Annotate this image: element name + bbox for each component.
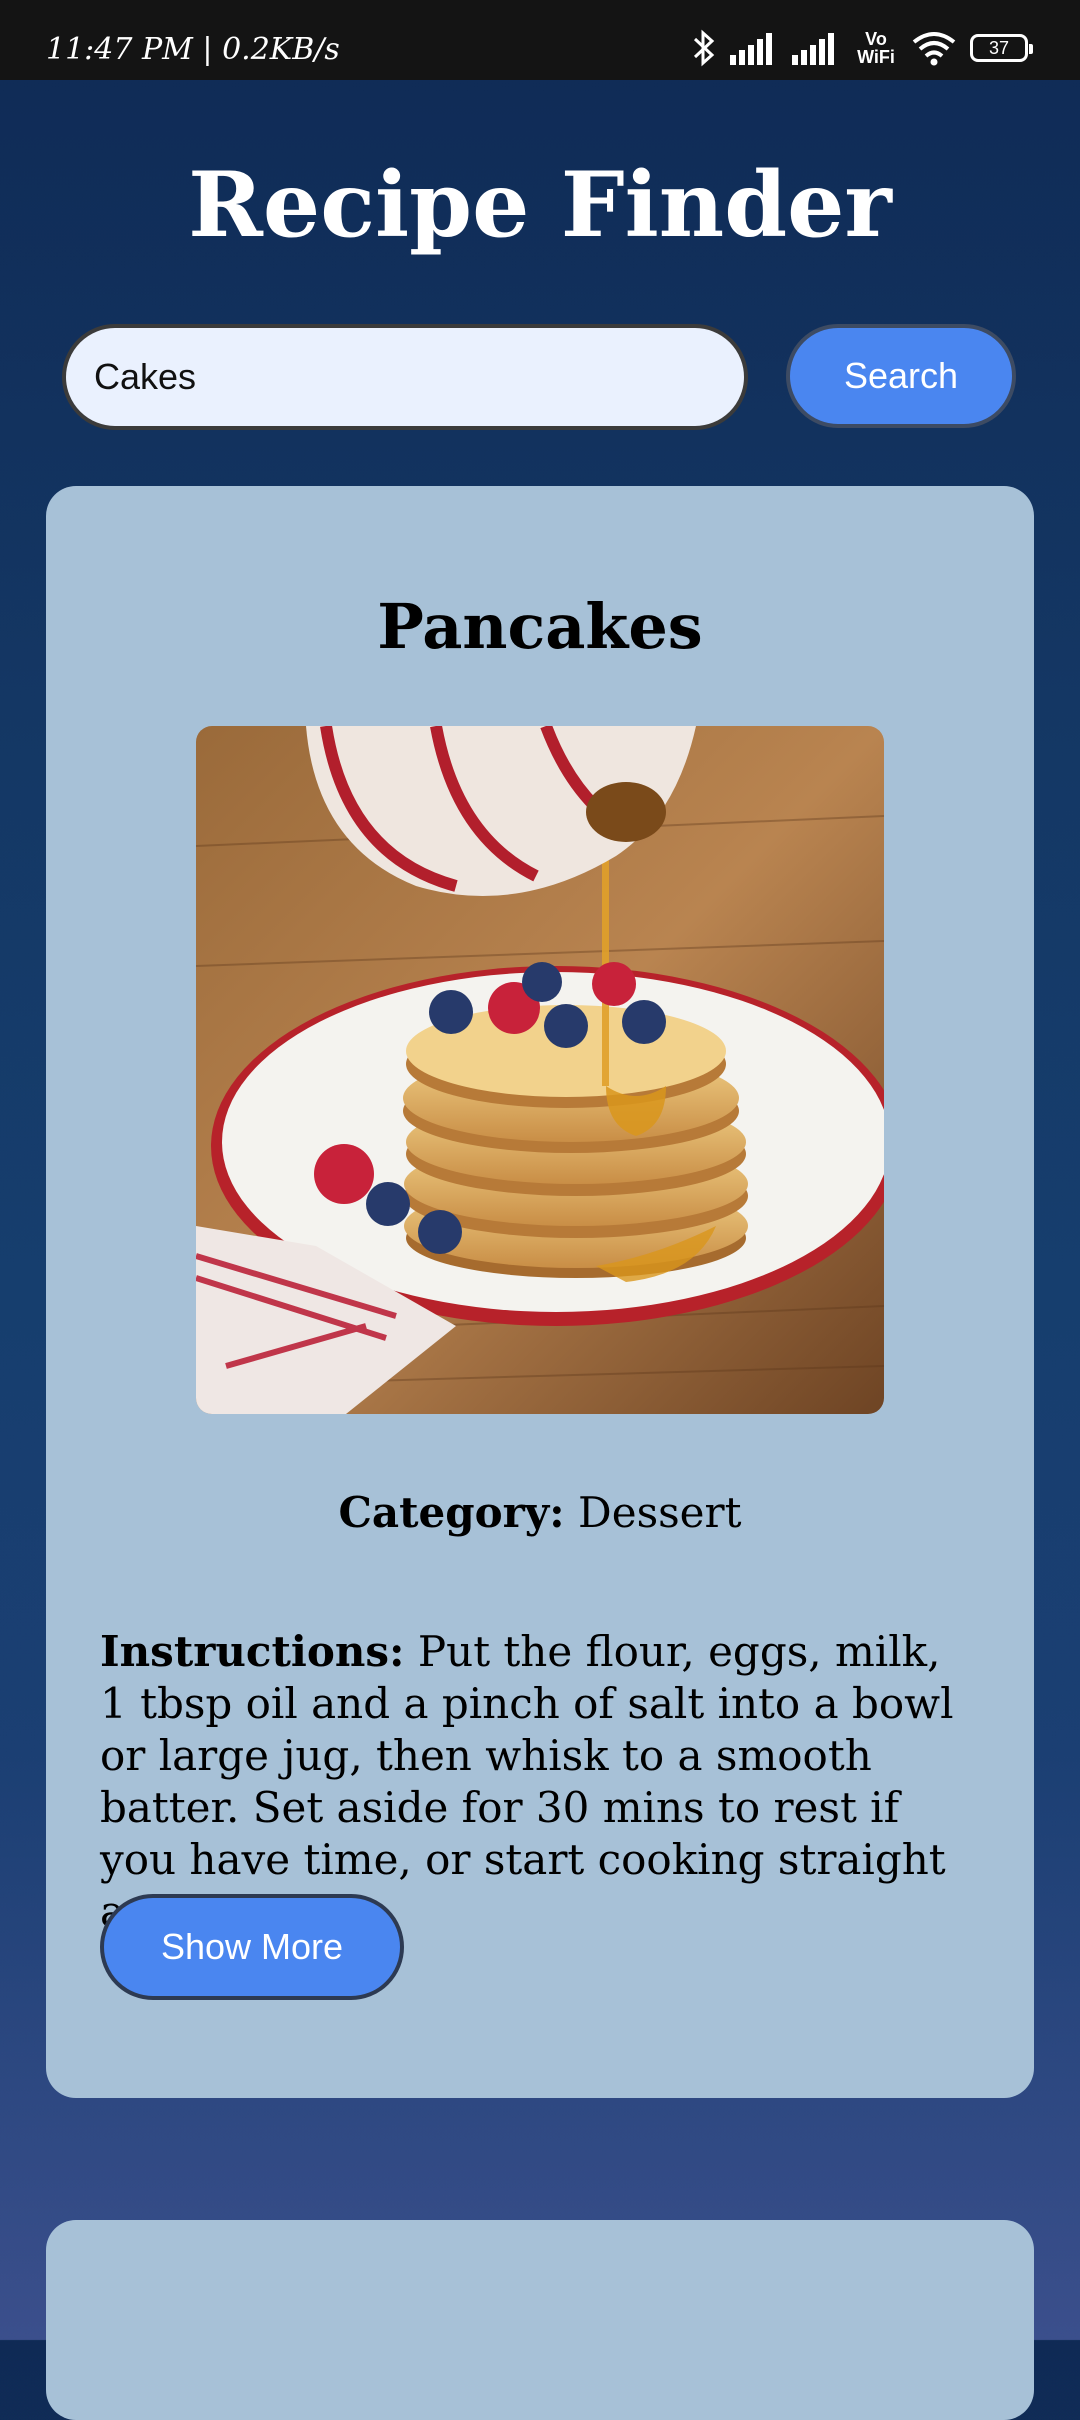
recipe-card: Pancakes Category: Dessert Instructions:… bbox=[46, 486, 1034, 2098]
bluetooth-icon bbox=[692, 29, 716, 67]
wifi-icon bbox=[912, 30, 956, 66]
status-time-speed: 11:47 PM | 0.2KB/s bbox=[46, 32, 340, 67]
vowifi-label-bottom: WiFi bbox=[857, 47, 895, 67]
recipe-card bbox=[46, 2220, 1034, 2420]
battery-level: 37 bbox=[988, 37, 1010, 58]
search-input[interactable] bbox=[62, 324, 748, 430]
recipe-title: Pancakes bbox=[377, 590, 703, 663]
app-title: Recipe Finder bbox=[188, 152, 892, 258]
signal-icon bbox=[792, 31, 840, 65]
signal-icon bbox=[730, 31, 778, 65]
recipe-image bbox=[196, 726, 884, 1414]
instructions-label: Instructions: bbox=[100, 1627, 405, 1676]
vowifi-icon: Vo WiFi bbox=[854, 30, 898, 66]
recipe-category: Category: Dessert bbox=[46, 1488, 1034, 1537]
battery-icon: 37 bbox=[970, 34, 1033, 62]
recipe-instructions: Instructions: Put the flour, eggs, milk,… bbox=[100, 1626, 980, 1938]
search-button[interactable]: Search bbox=[786, 324, 1016, 428]
category-value: Dessert bbox=[578, 1488, 742, 1537]
category-label: Category: bbox=[338, 1488, 565, 1537]
vowifi-label-top: Vo bbox=[865, 29, 887, 49]
status-icons: Vo WiFi 37 bbox=[692, 26, 1033, 70]
status-bar: 11:47 PM | 0.2KB/s Vo WiFi 37 bbox=[0, 0, 1080, 80]
show-more-button[interactable]: Show More bbox=[100, 1894, 404, 2000]
